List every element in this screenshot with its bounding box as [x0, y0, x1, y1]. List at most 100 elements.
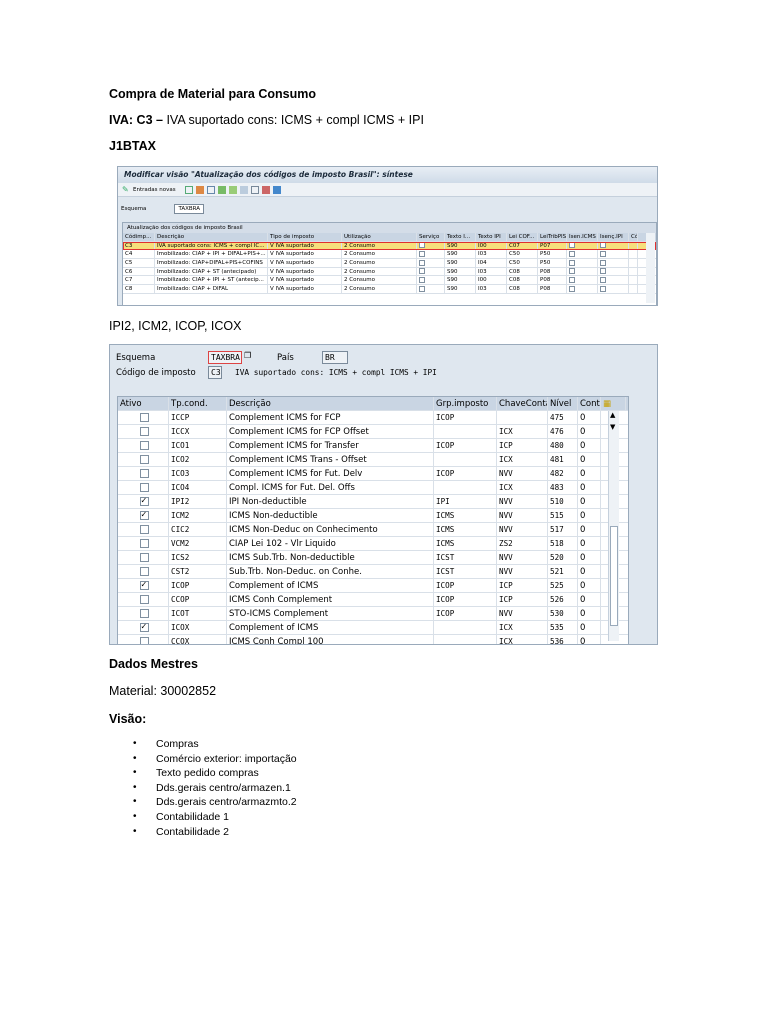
checkbox-cell[interactable] [567, 267, 598, 276]
checkbox-cell[interactable] [598, 276, 629, 285]
active-cell[interactable] [118, 509, 169, 522]
col-header[interactable]: LeiTribPIS [538, 233, 567, 241]
checkbox-cell[interactable] [598, 250, 629, 259]
copy-icon[interactable]: ❐ [244, 351, 251, 360]
table-row[interactable]: C3 IVA suportado cons: ICMS + compl IC...… [123, 241, 656, 251]
active-checkbox[interactable] [139, 509, 149, 522]
table-cell[interactable] [629, 285, 638, 293]
active-cell[interactable] [118, 453, 169, 466]
col-header[interactable]: Isen.ICMS [567, 233, 598, 241]
active-cell[interactable] [118, 551, 169, 564]
scroll-down-icon[interactable]: ▼ [610, 423, 615, 431]
table-cell[interactable]: C5 [123, 259, 155, 267]
col-header[interactable]: Isenç.IPI [598, 233, 629, 241]
table-row[interactable]: CCOX ICMS Conh Compl 100 ICX 536 0 [118, 635, 628, 644]
active-cell[interactable] [118, 621, 169, 634]
checkbox[interactable] [419, 242, 425, 249]
checkbox[interactable] [600, 268, 606, 275]
table-cell[interactable]: I04 [476, 259, 507, 267]
select-block-icon[interactable] [228, 185, 237, 194]
table-cell[interactable]: V IVA suportado [268, 267, 342, 276]
checkbox[interactable] [419, 259, 425, 266]
active-checkbox[interactable] [139, 495, 149, 508]
table-cell[interactable]: C08 [507, 285, 538, 293]
scheme-value[interactable]: TAXBRA [174, 204, 205, 214]
table-row[interactable]: ICCX Complement ICMS for FCP Offset ICX 476… [118, 425, 628, 439]
active-cell[interactable] [118, 481, 169, 494]
table-cell[interactable]: 2 Consumo [342, 259, 417, 267]
delete-icon[interactable] [195, 185, 204, 194]
active-cell[interactable] [118, 579, 169, 592]
checkbox[interactable] [569, 268, 575, 275]
table-cell[interactable]: 2 Consumo [342, 241, 417, 250]
active-cell[interactable] [118, 523, 169, 536]
active-checkbox[interactable] [139, 567, 149, 576]
table-row[interactable]: C5 Imobilizado: CIAP+DIFAL+PIS+COFINS V IV… [123, 259, 656, 268]
table-cell[interactable]: Imobilizado: CIAP + IPI + DIFAL+PIS+... [155, 250, 268, 259]
table-cell[interactable] [629, 250, 638, 259]
table-cell[interactable]: 2 Consumo [342, 285, 417, 293]
table-cell[interactable]: C50 [507, 259, 538, 267]
checkbox[interactable] [600, 250, 606, 257]
col-header[interactable]: Lei COF... [507, 233, 538, 241]
table-cell[interactable]: I03 [476, 267, 507, 276]
vertical-scrollbar[interactable] [646, 233, 655, 303]
table-cell[interactable]: Imobilizado: CIAP+DIFAL+PIS+COFINS [155, 259, 268, 267]
col-header[interactable]: Texto IPI [476, 233, 507, 241]
glasses-icon[interactable]: ✎ [122, 185, 130, 194]
checkbox-cell[interactable] [567, 241, 598, 250]
checkbox-cell[interactable] [567, 276, 598, 285]
table-cell[interactable]: C07 [507, 241, 538, 250]
table-row[interactable]: ICCP Complement ICMS for FCP ICOP 475 0 [118, 411, 628, 425]
table-row[interactable]: ICO4 Compl. ICMS for Fut. Del. Offs ICX 483… [118, 481, 628, 495]
table-cell[interactable]: Imobilizado: CIAP + ST (antecipado) [155, 267, 268, 276]
col-header[interactable]: Cód [629, 233, 638, 241]
table-row[interactable]: VCM2 CIAP Lei 102 - Vlr Liquido ICMS ZS2 518… [118, 537, 628, 551]
checkbox-cell[interactable] [417, 285, 445, 293]
active-checkbox[interactable] [139, 413, 149, 422]
table-cell[interactable]: 2 Consumo [342, 250, 417, 259]
active-checkbox[interactable] [139, 441, 149, 450]
print-icon[interactable] [261, 185, 270, 194]
col-header[interactable]: Serviço [417, 233, 445, 241]
active-cell[interactable] [118, 635, 169, 644]
table-cell[interactable]: Imobilizado: CIAP + IPI + ST (antecip... [155, 276, 268, 285]
info-icon[interactable] [272, 185, 281, 194]
table-cell[interactable]: P50 [538, 250, 567, 259]
table-cell[interactable]: S90 [445, 285, 476, 293]
checkbox-cell[interactable] [567, 285, 598, 293]
table-cell[interactable]: V IVA suportado [268, 276, 342, 285]
table-row[interactable]: ICOXComplement of ICMS ICX5350 [118, 621, 628, 635]
checkbox[interactable] [419, 276, 425, 283]
checkbox[interactable] [419, 250, 425, 257]
table-cell[interactable]: 2 Consumo [342, 276, 417, 285]
col-header[interactable]: Nível [548, 397, 578, 410]
active-cell[interactable] [118, 439, 169, 452]
vertical-scrollbar[interactable]: ▲ ▼ [608, 411, 619, 641]
table-row[interactable]: CST2 Sub.Trb. Non-Deduc. on Conhe. ICST NVV… [118, 565, 628, 579]
table-row[interactable]: CCOP ICMS Conh Complement ICOP ICP 526 0 [118, 593, 628, 607]
col-header[interactable]: Grp.imposto [434, 397, 497, 410]
col-header[interactable]: Utilização [342, 233, 417, 241]
table-cell[interactable]: C08 [507, 267, 538, 276]
table-row[interactable]: ICS2 ICMS Sub.Trb. Non-deductible ICST NVV 5… [118, 551, 628, 565]
table-cell[interactable]: I03 [476, 250, 507, 259]
active-checkbox[interactable] [139, 427, 149, 436]
col-header[interactable]: Texto I... [445, 233, 476, 241]
table-cell[interactable]: IVA suportado cons: ICMS + compl IC... [155, 241, 268, 250]
checkbox-cell[interactable] [598, 267, 629, 276]
active-checkbox[interactable] [139, 469, 149, 478]
active-checkbox[interactable] [139, 609, 149, 618]
active-cell[interactable] [118, 467, 169, 480]
checkbox[interactable] [569, 259, 575, 266]
table-cell[interactable]: S90 [445, 267, 476, 276]
checkbox-cell[interactable] [417, 276, 445, 285]
checkbox[interactable] [600, 276, 606, 283]
table-row[interactable]: ICO1 Complement ICMS for Transfer ICOP ICP 4… [118, 439, 628, 453]
active-cell[interactable] [118, 411, 169, 424]
col-header[interactable]: Cont [578, 397, 601, 410]
table-cell[interactable]: P07 [538, 241, 567, 250]
col-header[interactable]: Descrição [155, 233, 268, 241]
scroll-thumb[interactable] [610, 526, 618, 626]
checkbox-cell[interactable] [417, 250, 445, 259]
